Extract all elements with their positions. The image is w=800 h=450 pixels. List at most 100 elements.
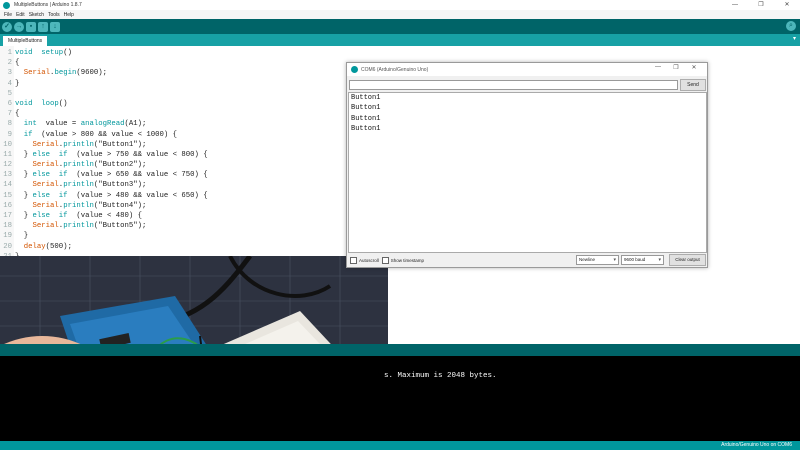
code-token: ("Button4");	[93, 201, 147, 210]
timestamp-checkbox[interactable]	[381, 256, 389, 264]
code-line: 13 } else if (value > 650 && value < 750…	[0, 170, 208, 180]
status-bar: Arduino/Genuino Uno on COM6	[0, 441, 800, 450]
code-token: ("Button2");	[93, 161, 147, 170]
code-line: 2{	[0, 58, 208, 68]
menu-edit[interactable]: Edit	[16, 12, 25, 18]
code-token: (500);	[45, 242, 72, 251]
upload-button[interactable]: →	[14, 21, 24, 32]
close-button[interactable]: ✕	[774, 0, 800, 10]
tab-menu-icon[interactable]: ▾	[793, 35, 796, 42]
menu-help[interactable]: Help	[64, 12, 74, 18]
line-number: 11	[3, 150, 12, 159]
code-token: if	[58, 212, 68, 220]
serial-minimize-button[interactable]: —	[649, 64, 667, 71]
code-token: println	[63, 161, 94, 170]
console-text: s. Maximum is 2048 bytes.	[384, 372, 497, 380]
serial-line: Button1	[351, 124, 381, 133]
code-token: loop	[41, 99, 59, 108]
code-token: println	[63, 201, 94, 210]
line-number: 4	[7, 79, 12, 88]
code-line: 20 delay(500);	[0, 242, 208, 252]
tab-bar: MultipleButtons ▾	[0, 34, 800, 46]
code-token: ("Button1");	[93, 140, 147, 149]
code-token: {	[15, 110, 20, 119]
serial-bottom-bar: Autoscroll Show timestamp Newline 9600 b…	[347, 253, 707, 267]
code-token: if	[58, 150, 68, 159]
serial-monitor-window: COM6 (Arduino/Genuino Uno) — ❐ ✕ Send Bu…	[346, 62, 708, 268]
tab-multiplebuttons[interactable]: MultipleButtons	[3, 36, 48, 46]
arduino-logo-icon	[3, 1, 10, 9]
line-number: 17	[3, 212, 12, 220]
toolbar: ✓ → ▪ ↑ ↓ ⌕	[0, 19, 800, 34]
code-line: 8 int value = analogRead(A1);	[0, 119, 208, 129]
serial-close-button[interactable]: ✕	[685, 64, 703, 71]
line-number: 1	[7, 49, 12, 57]
line-number: 8	[7, 120, 12, 129]
save-sketch-button[interactable]: ↓	[50, 21, 60, 32]
code-token: int	[23, 120, 37, 129]
code-token: println	[63, 140, 94, 149]
send-button[interactable]: Send	[680, 79, 706, 91]
serial-maximize-button[interactable]: ❐	[667, 64, 685, 71]
line-number: 9	[7, 130, 12, 139]
menu-sketch[interactable]: Sketch	[29, 12, 44, 18]
line-number: 15	[3, 191, 12, 200]
code-token: println	[63, 222, 94, 231]
code-token: void	[15, 99, 33, 108]
code-token: if	[58, 191, 68, 200]
code-token: value =	[36, 120, 81, 129]
code-line: 9 if (value > 800 && value < 1000) {	[0, 130, 208, 140]
clear-output-button[interactable]: Clear output	[669, 254, 706, 266]
code-token: ()	[58, 99, 68, 108]
open-sketch-button[interactable]: ↑	[38, 21, 48, 32]
code-token: if	[23, 130, 33, 139]
code-line: 3 Serial.begin(9600);	[0, 68, 208, 78]
code-token: begin	[54, 69, 77, 78]
code-token: (value > 650 && value < 750) {	[67, 171, 208, 180]
serial-line: Button1	[351, 114, 381, 123]
code-token: }	[15, 232, 29, 241]
code-token: }	[15, 150, 33, 159]
new-sketch-button[interactable]: ▪	[26, 21, 36, 32]
autoscroll-checkbox[interactable]	[350, 256, 357, 264]
autoscroll-label: Autoscroll	[359, 257, 379, 263]
baud-rate-select[interactable]: 9600 baud	[621, 255, 664, 265]
code-line: 16 Serial.println("Button4");	[0, 201, 208, 211]
line-number: 14	[3, 181, 12, 190]
maximize-button[interactable]: ❐	[748, 0, 774, 10]
code-token: println	[63, 181, 94, 190]
serial-window-controls: — ❐ ✕	[649, 64, 703, 71]
menu-tools[interactable]: Tools	[48, 12, 60, 18]
code-token: }	[15, 191, 33, 200]
code-line: 4}	[0, 79, 208, 89]
title-bar: MultipleButtons | Arduino 1.8.7 — ❐ ✕	[0, 0, 800, 10]
code-line: 7{	[0, 109, 208, 119]
code-line: 18 Serial.println("Button5");	[0, 221, 208, 231]
arduino-logo-icon	[351, 66, 358, 73]
code-line: 14 Serial.println("Button3");	[0, 180, 208, 190]
code-token: (A1);	[124, 120, 147, 129]
code-line: 11 } else if (value > 750 && value < 800…	[0, 150, 207, 160]
code-token: Serial	[32, 161, 59, 170]
minimize-button[interactable]: —	[722, 0, 748, 10]
timestamp-label: Show timestamp	[390, 257, 425, 263]
line-ending-select[interactable]: Newline	[576, 255, 619, 265]
code-line: 17 } else if (value < 480) {	[0, 211, 208, 221]
serial-input[interactable]	[349, 80, 678, 90]
window-controls: — ❐ ✕	[722, 0, 800, 10]
serial-monitor-button[interactable]: ⌕	[786, 21, 796, 31]
code-token: (value < 480) {	[67, 212, 143, 220]
code-token: Serial	[32, 201, 59, 210]
verify-button[interactable]: ✓	[2, 21, 12, 32]
code-token: Serial	[32, 181, 59, 190]
line-number: 6	[7, 99, 12, 108]
menu-file[interactable]: File	[4, 12, 12, 18]
